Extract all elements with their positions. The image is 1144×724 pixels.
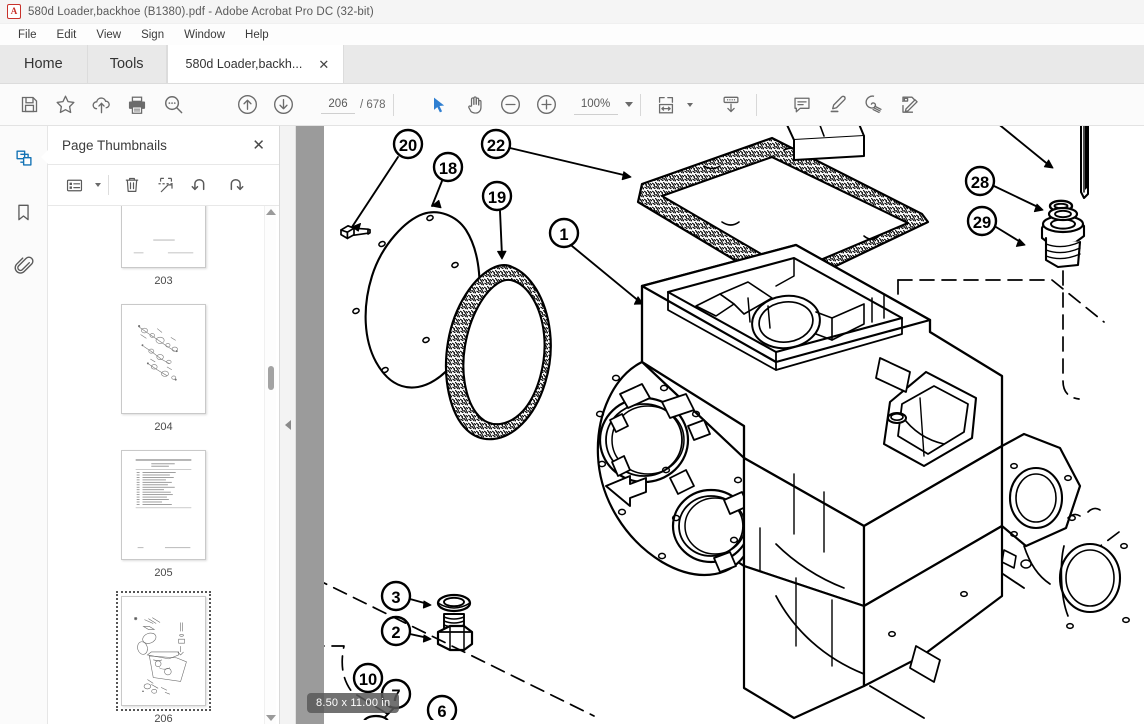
toolbar-separator-1 (392, 93, 394, 116)
upload-cloud-icon[interactable] (83, 88, 119, 122)
svg-text:3: 3 (391, 589, 400, 607)
scrollbar-thumb[interactable] (268, 366, 274, 390)
pdf-page[interactable]: 20 18 19 22 28 29 1 3 2 10 6 (324, 126, 1144, 724)
tab-document[interactable]: 580d Loader,backh... ✕ (166, 45, 345, 83)
thumbnail-page-number: 205 (154, 567, 173, 579)
fill-and-sign-icon[interactable] (892, 88, 928, 122)
toolbar-separator-2 (639, 93, 641, 116)
thumbnails-list: 203 204 205 206 (48, 206, 279, 724)
tab-strip-filler (344, 45, 1144, 83)
menu-view[interactable]: View (86, 27, 131, 43)
sidebar-item-page-thumbnails[interactable] (7, 142, 49, 174)
comment-bubble-icon[interactable] (784, 88, 820, 122)
list-item[interactable]: 206 (116, 591, 211, 724)
sidebar-item-bookmarks[interactable] (7, 196, 41, 228)
trash-delete-icon[interactable] (116, 170, 148, 200)
menu-sign[interactable]: Sign (131, 27, 174, 43)
acrobat-window: A 580d Loader,backhoe (B1380).pdf - Adob… (0, 0, 1144, 724)
menu-help[interactable]: Help (235, 27, 279, 43)
thumbnail-page-number: 203 (154, 275, 173, 287)
close-icon[interactable]: ✕ (252, 138, 265, 153)
thumbnail-preview[interactable] (121, 206, 206, 268)
close-icon[interactable]: ✕ (316, 57, 331, 72)
menu-window[interactable]: Window (174, 27, 235, 43)
svg-text:10: 10 (359, 671, 377, 689)
save-floppy-icon[interactable] (11, 88, 47, 122)
thumbnails-scrollbar[interactable] (264, 206, 276, 724)
freehand-draw-icon[interactable] (856, 88, 892, 122)
pdf-document-icon: A (7, 4, 21, 19)
panel-title: Page Thumbnails (62, 137, 167, 153)
menu-bar: File Edit View Sign Window Help (0, 24, 1144, 46)
extract-pages-icon[interactable] (150, 170, 182, 200)
chevron-down-icon-fit[interactable] (686, 102, 693, 107)
svg-text:2: 2 (391, 624, 400, 642)
window-title: 580d Loader,backhoe (B1380).pdf - Adobe … (28, 5, 374, 18)
chevron-left-icon (284, 420, 291, 430)
toolbar-separator-3 (755, 93, 757, 116)
tab-tools[interactable]: Tools (87, 45, 167, 83)
fit-page-width-icon[interactable] (648, 88, 684, 122)
svg-text:19: 19 (488, 189, 506, 207)
scroll-down-page-icon[interactable] (713, 88, 749, 122)
arrow-up-circle-icon[interactable] (229, 88, 265, 122)
transmission-housing-exploded-parts-diagram: 20 18 19 22 28 29 1 3 2 10 6 (324, 126, 1141, 720)
svg-text:20: 20 (399, 137, 417, 155)
arrow-down-circle-icon[interactable] (265, 88, 301, 122)
title-bar: A 580d Loader,backhoe (B1380).pdf - Adob… (0, 0, 1144, 24)
page-navigation: / 678 (321, 95, 386, 114)
app-body: Page Thumbnails ✕ 203 204 205 206 20 18 … (0, 126, 1144, 724)
highlighter-pen-icon[interactable] (820, 88, 856, 122)
plus-circle-icon[interactable] (529, 88, 565, 122)
chevron-down-icon[interactable] (624, 102, 633, 107)
panel-header: Page Thumbnails ✕ (48, 126, 279, 164)
thumbnail-page-number: 206 (154, 713, 173, 724)
list-options-icon[interactable] (58, 170, 90, 200)
minus-circle-icon[interactable] (493, 88, 529, 122)
zoom-control (573, 94, 633, 115)
panel-toolbar (48, 164, 279, 206)
tab-document-label: 580d Loader,backh... (185, 57, 303, 71)
zoom-level-input[interactable] (573, 94, 618, 115)
svg-text:29: 29 (973, 214, 991, 232)
rotate-counterclockwise-icon[interactable] (184, 170, 216, 200)
scroll-down-arrow-icon[interactable] (265, 715, 276, 721)
tab-home[interactable]: Home (0, 45, 88, 83)
list-item[interactable]: 204 (121, 304, 206, 444)
tab-strip: Home Tools 580d Loader,backh... ✕ (0, 45, 1144, 84)
main-toolbar: / 678 (0, 84, 1144, 126)
list-item[interactable]: 203 (121, 206, 206, 298)
navigation-rail (0, 126, 49, 724)
menu-file[interactable]: File (8, 27, 47, 43)
document-viewport[interactable]: 20 18 19 22 28 29 1 3 2 10 6 8.50 x 11.0… (296, 126, 1144, 724)
page-size-badge: 8.50 x 11.00 in (307, 693, 400, 713)
page-thumbnails-panel: Page Thumbnails ✕ 203 204 205 206 (48, 126, 280, 724)
search-magnifier-icon[interactable] (155, 88, 191, 122)
menu-edit[interactable]: Edit (47, 27, 87, 43)
svg-text:1: 1 (559, 226, 568, 244)
svg-text:18: 18 (439, 160, 457, 178)
svg-text:6: 6 (437, 703, 446, 720)
hand-pan-icon[interactable] (457, 88, 493, 122)
svg-text:22: 22 (487, 137, 505, 155)
scroll-up-arrow-icon[interactable] (265, 209, 276, 215)
panel-collapse-handle[interactable] (280, 126, 296, 724)
thumbnail-preview[interactable] (116, 591, 211, 711)
sidebar-item-attachments[interactable] (7, 250, 41, 282)
page-number-input[interactable] (321, 95, 355, 114)
thumbnail-preview[interactable] (121, 450, 206, 560)
panel-toolbar-separator (108, 175, 109, 195)
chevron-down-icon-options[interactable] (95, 183, 101, 187)
svg-text:28: 28 (971, 174, 989, 192)
thumbnails-scroll-area[interactable]: 203 204 205 206 (48, 206, 279, 724)
star-favorite-icon[interactable] (47, 88, 83, 122)
pdf-icon-glyph: A (10, 6, 18, 16)
thumbnail-page-number: 204 (154, 421, 173, 433)
thumbnail-preview[interactable] (121, 304, 206, 414)
list-item[interactable]: 205 (121, 450, 206, 590)
rotate-clockwise-icon[interactable] (218, 170, 250, 200)
cursor-arrow-icon[interactable] (421, 88, 457, 122)
page-total-label: / 678 (360, 98, 386, 111)
printer-icon[interactable] (119, 88, 155, 122)
